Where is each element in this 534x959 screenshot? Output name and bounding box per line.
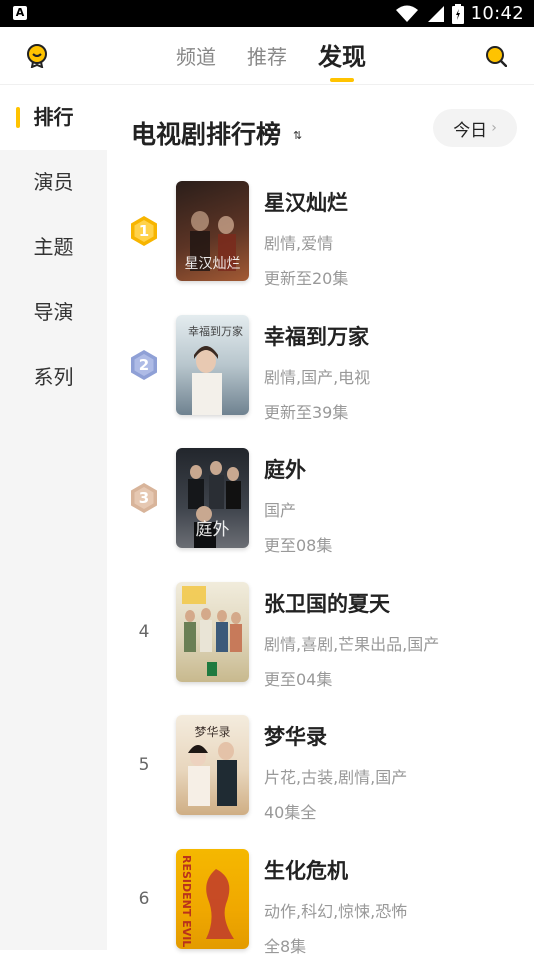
rank-badge: 5 (129, 749, 159, 781)
tab-recommend[interactable]: 推荐 (247, 40, 287, 74)
item-title: 庭外 (264, 458, 306, 482)
item-tags: 国产 (264, 501, 297, 520)
list-item[interactable]: 4 张卫国的夏天 剧情,喜剧,芒果出品,国产 更至04集 (107, 582, 534, 692)
poster-image[interactable]: 庭外 (176, 448, 249, 548)
page-title: 电视剧排行榜 (131, 120, 282, 149)
rank-gold-medal: 1 (129, 215, 159, 247)
item-tags: 剧情,国产,电视 (264, 368, 371, 387)
clock: 10:42 (470, 3, 524, 24)
item-info: 幸福到万家 剧情,国产,电视 更新至39集 (264, 321, 370, 423)
rank-number: 4 (138, 622, 150, 642)
item-episodes: 更至04集 (264, 670, 333, 689)
top-navigation: 频道 推荐 发现 (0, 27, 534, 85)
poster-image[interactable] (176, 582, 249, 682)
item-tags: 剧情,爱情 (264, 234, 334, 253)
poster-image[interactable]: 星汉灿烂 (176, 181, 249, 281)
item-episodes: 更新至39集 (264, 403, 349, 422)
sort-icon[interactable]: ⇅ (293, 129, 302, 142)
date-filter-button[interactable]: 今日 › (433, 109, 517, 147)
item-info: 星汉灿烂 剧情,爱情 更新至20集 (264, 187, 348, 289)
status-bar: A 10:42 (0, 0, 534, 27)
item-title: 梦华录 (264, 725, 327, 749)
rank-badge: 4 (129, 616, 159, 648)
item-tags: 片花,古装,剧情,国产 (264, 768, 408, 787)
sidebar-item-ranking[interactable]: 排行 (0, 85, 107, 150)
item-info: 梦华录 片花,古装,剧情,国产 40集全 (264, 721, 407, 823)
rank-number: 3 (138, 489, 150, 507)
list-item[interactable]: 2 幸福到万家 幸福到万家 剧情,国产,电视 更新至39集 (107, 315, 534, 425)
medal-icon[interactable] (26, 44, 48, 68)
rank-silver-medal: 2 (129, 349, 159, 381)
item-info: 张卫国的夏天 剧情,喜剧,芒果出品,国产 更至04集 (264, 588, 439, 690)
signal-icon (428, 6, 444, 22)
item-title: 幸福到万家 (264, 325, 369, 349)
item-info: 庭外 国产 更至08集 (264, 454, 332, 556)
poster-title: 幸福到万家 (188, 325, 243, 338)
list-item[interactable]: 6 RESIDENT EVIL 生化危机 动作,科幻,惊悚,恐怖 全8集 (107, 849, 534, 959)
poster-figures (182, 586, 242, 676)
tab-channel[interactable]: 频道 (176, 40, 216, 74)
rank-bronze-medal: 3 (129, 482, 159, 514)
sidebar-item-directors[interactable]: 导演 (0, 280, 107, 345)
sidebar-item-series[interactable]: 系列 (0, 345, 107, 410)
ranking-panel: 电视剧排行榜 ⇅ 今日 › 1 星汉灿烂 星汉灿烂 剧情,爱情 更新至20集 2… (107, 85, 534, 956)
tab-discover[interactable]: 发现 (318, 40, 366, 74)
poster-title: RESIDENT EVIL (180, 855, 193, 948)
poster-image[interactable]: 幸福到万家 (176, 315, 249, 415)
item-episodes: 更新至20集 (264, 269, 349, 288)
rank-number: 5 (138, 755, 150, 775)
item-title: 生化危机 (264, 859, 348, 883)
item-info: 生化危机 动作,科幻,惊悚,恐怖 全8集 (264, 855, 407, 957)
app-notification-icon: A (13, 6, 27, 20)
rank-badge: 6 (129, 883, 159, 915)
item-title: 张卫国的夏天 (264, 592, 390, 616)
sidebar-item-actors[interactable]: 演员 (0, 150, 107, 215)
poster-title: 梦华录 (194, 725, 231, 739)
poster-image[interactable]: RESIDENT EVIL (176, 849, 249, 949)
top-tabs: 频道 推荐 发现 (176, 37, 366, 77)
list-item[interactable]: 3 庭外 庭外 国产 更至08集 (107, 448, 534, 558)
item-episodes: 40集全 (264, 803, 317, 822)
item-episodes: 更至08集 (264, 536, 333, 555)
rank-number: 1 (138, 222, 150, 240)
item-title: 星汉灿烂 (264, 191, 348, 215)
search-icon[interactable] (485, 45, 507, 67)
item-episodes: 全8集 (264, 937, 307, 956)
wifi-icon (396, 5, 418, 22)
date-filter-label: 今日 (453, 120, 488, 141)
rank-number: 2 (138, 356, 150, 374)
rank-number: 6 (138, 889, 150, 909)
item-tags: 动作,科幻,惊悚,恐怖 (264, 902, 408, 921)
category-sidebar: 排行 演员 主题 导演 系列 (0, 85, 107, 950)
list-item[interactable]: 1 星汉灿烂 星汉灿烂 剧情,爱情 更新至20集 (107, 181, 534, 291)
poster-title: 星汉灿烂 (184, 256, 241, 272)
poster-title: 庭外 (195, 520, 230, 540)
battery-icon (452, 4, 464, 24)
item-tags: 剧情,喜剧,芒果出品,国产 (264, 635, 440, 654)
status-icons (396, 4, 464, 24)
sidebar-item-topics[interactable]: 主题 (0, 215, 107, 280)
poster-image[interactable]: 梦华录 (176, 715, 249, 815)
list-item[interactable]: 5 梦华录 梦华录 片花,古装,剧情,国产 40集全 (107, 715, 534, 825)
chevron-right-icon: › (491, 120, 497, 136)
